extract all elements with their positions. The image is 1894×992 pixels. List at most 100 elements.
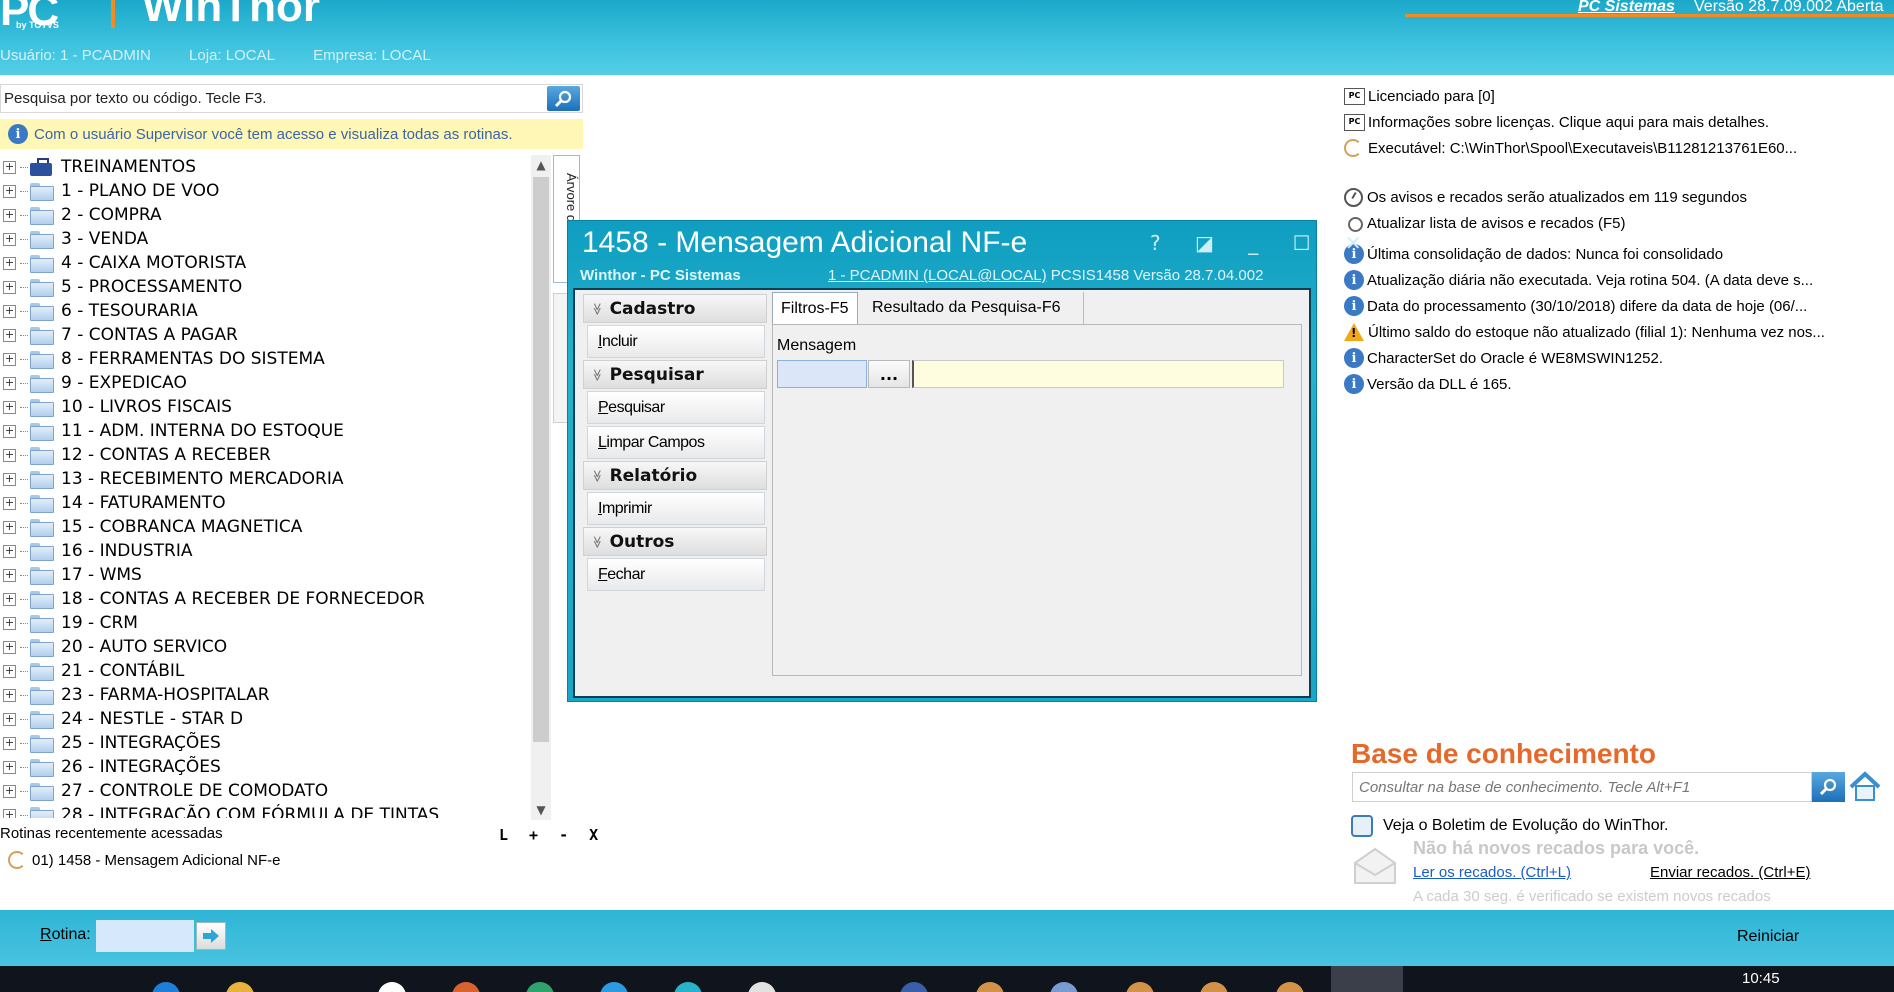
tree-item[interactable]: +7 - CONTAS A PAGAR <box>0 323 530 347</box>
group-header-pesquisar[interactable]: ≫ Pesquisar <box>583 360 767 389</box>
read-messages-link[interactable]: Ler os recados. (Ctrl+L) <box>1413 864 1571 881</box>
restart-button[interactable]: Reiniciar <box>1737 928 1799 946</box>
expand-icon[interactable]: + <box>3 184 16 198</box>
tree-item[interactable]: +21 - CONTÁBIL <box>0 659 530 683</box>
expand-icon[interactable]: + <box>3 256 16 270</box>
system-message[interactable]: i Versão da DLL é 165. <box>1344 371 1884 397</box>
taskbar-clock[interactable]: 10:45 <box>1742 970 1780 987</box>
home-icon[interactable] <box>1848 771 1882 803</box>
expand-icon[interactable]: + <box>3 448 16 462</box>
tab-resultado-pesquisa[interactable]: Resultado da Pesquisa-F6 <box>864 292 1084 324</box>
system-message[interactable]: i CharacterSet do Oracle é WE8MSWIN1252. <box>1344 345 1884 371</box>
expand-icon[interactable]: + <box>3 472 16 486</box>
tree-item[interactable]: +8 - FERRAMENTAS DO SISTEMA <box>0 347 530 371</box>
expand-icon[interactable]: + <box>3 520 16 534</box>
recent-routines-controls[interactable]: L + - X <box>499 826 604 844</box>
open-routine-button[interactable] <box>196 922 226 950</box>
expand-icon[interactable]: + <box>3 424 16 438</box>
tree-item[interactable]: +10 - LIVROS FISCAIS <box>0 395 530 419</box>
tree-scrollbar[interactable]: ▲ ▼ <box>531 155 551 820</box>
expand-icon[interactable]: + <box>3 304 16 318</box>
knowledge-base-search-button[interactable] <box>1812 772 1845 802</box>
expand-icon[interactable]: + <box>3 784 16 798</box>
taskbar-app-icon[interactable] <box>900 982 928 992</box>
tree-item[interactable]: +13 - RECEBIMENTO MERCADORIA <box>0 467 530 491</box>
bulletin-link[interactable]: Veja o Boletim de Evolução do WinThor. <box>1351 815 1669 837</box>
taskbar-app-icon[interactable] <box>674 982 702 992</box>
tree-item[interactable]: +4 - CAIXA MOTORISTA <box>0 251 530 275</box>
tree-item[interactable]: +1 - PLANO DE VOO <box>0 179 530 203</box>
system-message[interactable]: i Data do processamento (30/10/2018) dife… <box>1344 293 1884 319</box>
taskbar-app-icon[interactable] <box>976 982 1004 992</box>
expand-icon[interactable]: + <box>3 544 16 558</box>
expand-icon[interactable]: + <box>3 328 16 342</box>
pc-sistemas-link[interactable]: PC Sistemas <box>1578 0 1675 16</box>
taskbar-active-app[interactable] <box>1331 966 1403 992</box>
expand-icon[interactable]: + <box>3 280 16 294</box>
scroll-thumb[interactable] <box>533 177 549 742</box>
expand-icon[interactable]: + <box>3 400 16 414</box>
tab-filtros[interactable]: Filtros-F5 <box>772 292 858 324</box>
expand-icon[interactable]: + <box>3 592 16 606</box>
tree-item[interactable]: + TREINAMENTOS <box>0 155 530 179</box>
expand-icon[interactable]: + <box>3 160 16 174</box>
refresh-notices-link[interactable]: Atualizar lista de avisos e recados (F5) <box>1344 210 1884 236</box>
tree-item[interactable]: +6 - TESOURARIA <box>0 299 530 323</box>
dialog-window-controls[interactable]: ? ◪ _ ☐ ✕ <box>1150 231 1376 255</box>
taskbar-app-icon[interactable] <box>748 982 776 992</box>
taskbar-app-icon[interactable] <box>378 982 406 992</box>
tree-item[interactable]: +2 - COMPRA <box>0 203 530 227</box>
expand-icon[interactable]: + <box>3 496 16 510</box>
tree-item[interactable]: +24 - NESTLE - STAR D <box>0 707 530 731</box>
expand-icon[interactable]: + <box>3 568 16 582</box>
tree-item[interactable]: +11 - ADM. INTERNA DO ESTOQUE <box>0 419 530 443</box>
expand-icon[interactable]: + <box>3 640 16 654</box>
expand-icon[interactable]: + <box>3 760 16 774</box>
action-button-incluir[interactable]: Incluir <box>587 325 765 358</box>
expand-icon[interactable]: + <box>3 736 16 750</box>
expand-icon[interactable]: + <box>3 688 16 702</box>
action-button-fechar[interactable]: Fechar <box>587 558 765 591</box>
action-button-pesquisar[interactable]: Pesquisar <box>587 391 765 424</box>
action-button-imprimir[interactable]: Imprimir <box>587 492 765 525</box>
taskbar-app-icon[interactable] <box>1126 982 1154 992</box>
expand-icon[interactable]: + <box>3 352 16 366</box>
routine-number-input[interactable] <box>96 920 194 952</box>
recent-routine-item[interactable]: 01) 1458 - Mensagem Adicional NF-e <box>8 851 280 869</box>
tree-item[interactable]: +25 - INTEGRAÇÕES <box>0 731 530 755</box>
tree-item[interactable]: +28 - INTEGRAÇÃO COM FÓRMULA DE TINTAS <box>0 803 530 818</box>
group-header-outros[interactable]: ≫ Outros <box>583 527 767 556</box>
expand-icon[interactable]: + <box>3 616 16 630</box>
tree-item[interactable]: +27 - CONTROLE DE COMODATO <box>0 779 530 803</box>
action-button-limpar-campos[interactable]: Limpar Campos <box>587 426 765 459</box>
mensagem-lookup-button[interactable]: ... <box>868 360 910 388</box>
taskbar-app-icon[interactable] <box>1276 982 1304 992</box>
tree-item[interactable]: +23 - FARMA-HOSPITALAR <box>0 683 530 707</box>
tree-item[interactable]: +5 - PROCESSAMENTO <box>0 275 530 299</box>
mensagem-code-input[interactable] <box>777 360 867 388</box>
taskbar-app-icon[interactable] <box>226 982 254 992</box>
taskbar-app-icon[interactable] <box>526 982 554 992</box>
expand-icon[interactable]: + <box>3 232 16 246</box>
tree-item[interactable]: +20 - AUTO SERVICO <box>0 635 530 659</box>
scroll-down-arrow-icon[interactable]: ▼ <box>531 800 551 820</box>
tree-item[interactable]: +18 - CONTAS A RECEBER DE FORNECEDOR <box>0 587 530 611</box>
taskbar-app-icon[interactable] <box>600 982 628 992</box>
tree-item[interactable]: +19 - CRM <box>0 611 530 635</box>
expand-icon[interactable]: + <box>3 376 16 390</box>
routine-search-input[interactable] <box>1 85 541 112</box>
taskbar-app-icon[interactable] <box>1200 982 1228 992</box>
tree-item[interactable]: +3 - VENDA <box>0 227 530 251</box>
system-message[interactable]: Último saldo do estoque não atualizado (… <box>1344 319 1884 345</box>
taskbar-app-icon[interactable] <box>1050 982 1078 992</box>
system-message[interactable]: i Última consolidação de dados: Nunca foi… <box>1344 241 1884 267</box>
expand-icon[interactable]: + <box>3 712 16 726</box>
tree-item[interactable]: +14 - FATURAMENTO <box>0 491 530 515</box>
expand-icon[interactable]: + <box>3 808 16 818</box>
expand-icon[interactable]: + <box>3 208 16 222</box>
scroll-up-arrow-icon[interactable]: ▲ <box>531 155 551 175</box>
tree-item[interactable]: +15 - COBRANCA MAGNETICA <box>0 515 530 539</box>
tree-item[interactable]: +9 - EXPEDICAO <box>0 371 530 395</box>
knowledge-base-search-input[interactable] <box>1353 773 1803 801</box>
tree-item[interactable]: +26 - INTEGRAÇÕES <box>0 755 530 779</box>
